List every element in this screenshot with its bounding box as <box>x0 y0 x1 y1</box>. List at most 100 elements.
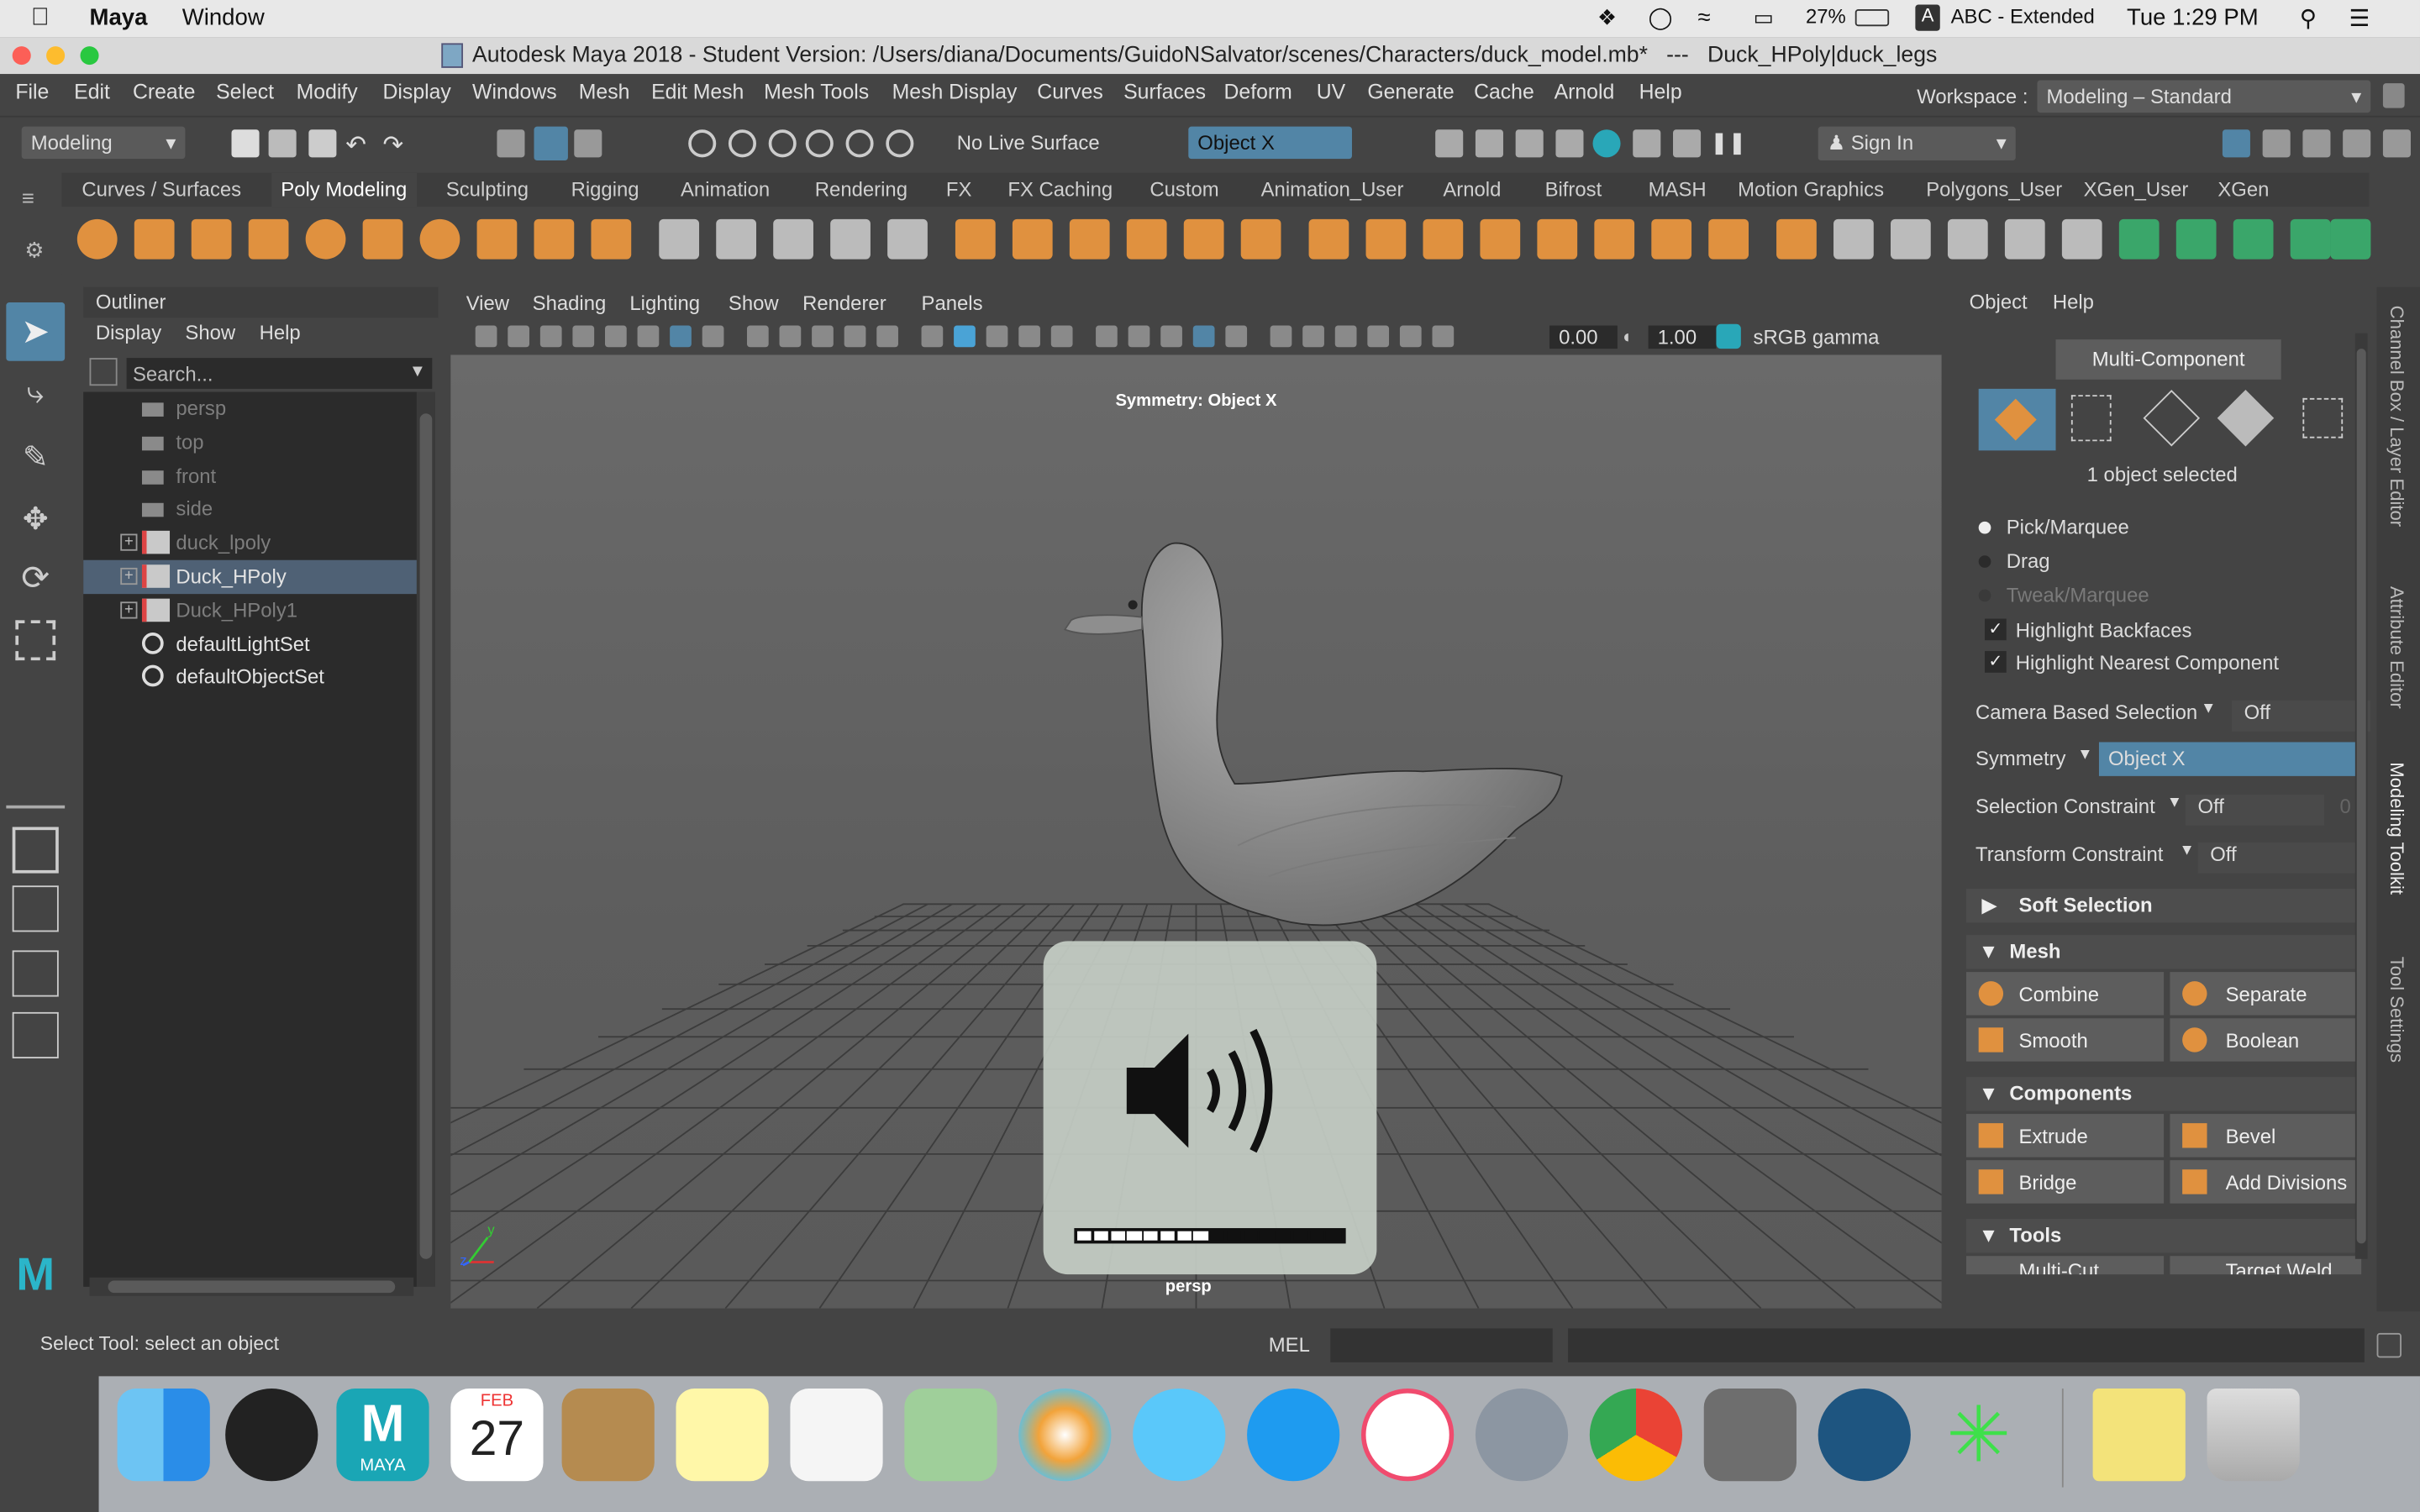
expand-icon[interactable]: + <box>120 533 138 552</box>
use-all-lights-icon[interactable] <box>1096 325 1118 348</box>
platonic-icon[interactable] <box>476 218 518 260</box>
launchpad-icon[interactable] <box>1475 1389 1569 1482</box>
textured-icon[interactable] <box>1050 325 1073 348</box>
film-gate-icon[interactable] <box>702 325 724 348</box>
shelf-tab-bifrost[interactable]: Bifrost <box>1545 177 1602 201</box>
trash-icon[interactable] <box>2207 1389 2300 1482</box>
input-source[interactable]: ABC - Extended <box>1951 5 2095 29</box>
creative-cloud-icon[interactable]: ◯ <box>1649 5 1673 31</box>
menu-display[interactable]: Display <box>383 81 451 104</box>
close-window-button[interactable] <box>12 46 31 66</box>
target-weld-button[interactable]: Target Weld <box>2170 1256 2362 1275</box>
sign-in-button[interactable]: ♟ Sign In ▾ <box>1818 126 2016 161</box>
menu-deform[interactable]: Deform <box>1224 81 1292 104</box>
reduce-icon[interactable] <box>1308 218 1349 260</box>
outliner-item-duck_hpoly1[interactable]: + Duck_HPoly1 <box>83 594 417 627</box>
arnold-render-icon[interactable] <box>1673 129 1702 158</box>
auto-icon[interactable] <box>2290 218 2331 260</box>
boolean-button[interactable]: Boolean <box>2170 1018 2368 1062</box>
photos-icon[interactable] <box>1018 1389 1112 1482</box>
outliner-item-defaultobjectset[interactable]: defaultObjectSet <box>83 661 417 695</box>
asterisk-app-icon[interactable]: ✳ <box>1933 1389 2025 1481</box>
object-mode-icon[interactable] <box>1978 388 2056 451</box>
append-icon[interactable] <box>1594 218 1635 260</box>
apple-icon[interactable]:  <box>31 5 50 33</box>
image-plane-icon[interactable] <box>572 325 595 348</box>
outliner-item-persp[interactable]: persp <box>83 392 417 426</box>
lock-icon[interactable] <box>2382 83 2405 108</box>
components-section[interactable]: ▼ Components <box>1965 1077 2362 1111</box>
airplay-icon[interactable]: ▭ <box>1754 5 1774 31</box>
toggle-layer-editor-icon[interactable] <box>2382 129 2411 158</box>
lasso-tool-icon[interactable]: ⤷ <box>13 376 59 423</box>
menu-uv[interactable]: UV <box>1317 81 1345 104</box>
toggle-attribute-editor-icon[interactable] <box>2262 129 2291 158</box>
shelf-tab-rendering[interactable]: Rendering <box>815 177 908 201</box>
tab-modeling-toolkit[interactable]: Modeling Toolkit <box>2386 762 2408 895</box>
undo-icon[interactable]: ↶ <box>345 129 373 159</box>
expand-icon[interactable]: + <box>120 567 138 585</box>
extract-icon[interactable] <box>1069 218 1110 260</box>
zoom-window-button[interactable] <box>80 46 99 66</box>
input-source-icon[interactable]: A <box>1915 4 1940 31</box>
selection-constraint-row[interactable]: Selection Constraint ▼ Off 0 <box>1966 794 2361 832</box>
2d-pan-icon[interactable] <box>604 325 627 348</box>
outliner-hscrollbar[interactable] <box>89 1277 414 1296</box>
xray-components-icon[interactable] <box>1399 325 1422 348</box>
menu-mesh-tools[interactable]: Mesh Tools <box>764 81 869 104</box>
shelf-settings-icon[interactable]: ⚙ <box>24 238 44 264</box>
outliner-item-duck_hpoly[interactable]: + Duck_HPoly <box>83 559 417 595</box>
svg-icon[interactable] <box>591 218 632 260</box>
default-material-icon[interactable] <box>986 325 1008 348</box>
menu-windows[interactable]: Windows <box>472 81 557 104</box>
symmetry-row[interactable]: Symmetry ▼ Object X <box>1966 742 2365 784</box>
menu-cache[interactable]: Cache <box>1474 81 1534 104</box>
outliner-item-front[interactable]: front <box>83 459 417 493</box>
contacts-icon[interactable] <box>561 1389 655 1482</box>
pause-icon[interactable]: ❚❚ <box>1710 129 1746 157</box>
mtk-scrollbar[interactable] <box>2354 333 2368 1259</box>
spotlight-icon[interactable]: ⚲ <box>2300 5 2317 33</box>
shelf-tab-animation[interactable]: Animation <box>681 177 770 201</box>
fill-hole-icon[interactable] <box>1537 218 1578 260</box>
snap-live-icon[interactable] <box>845 129 874 158</box>
tab-channel-box[interactable]: Channel Box / Layer Editor <box>2386 306 2408 527</box>
extrude-button[interactable]: Extrude <box>1965 1114 2165 1158</box>
edge-mode-icon[interactable] <box>2143 389 2201 447</box>
snowflake-icon[interactable] <box>887 218 928 260</box>
grease-pencil-icon[interactable] <box>637 325 660 348</box>
boolean-icon[interactable] <box>1183 218 1224 260</box>
center-pivot-icon[interactable] <box>773 218 813 260</box>
shelf-tab-animation-user[interactable]: Animation_User <box>1261 177 1404 201</box>
bookmark-icon[interactable] <box>539 325 562 348</box>
toggle-tool-settings-icon[interactable] <box>2302 129 2331 158</box>
redo-icon[interactable]: ↷ <box>383 129 411 159</box>
sourcetree-icon[interactable] <box>1818 1389 1911 1482</box>
uv-map-icon[interactable] <box>2118 218 2160 260</box>
shelf-tab-fx[interactable]: FX <box>946 177 972 201</box>
offset-loop-icon[interactable] <box>1776 218 1817 260</box>
outliner-item-duck_lpoly[interactable]: + duck_lpoly <box>83 527 417 560</box>
save-scene-icon[interactable] <box>308 129 337 158</box>
grid-icon[interactable] <box>670 325 692 348</box>
snap-view-plane-icon[interactable] <box>805 129 834 158</box>
depth-of-field-icon[interactable] <box>1270 325 1292 348</box>
multi-cut-button[interactable]: Multi-Cut <box>1965 1256 2165 1275</box>
filter-icon[interactable] <box>89 358 118 386</box>
crease-icon[interactable] <box>2004 218 2045 260</box>
paint-select-tool-icon[interactable]: ✎ <box>13 438 59 485</box>
exposure-field[interactable]: 0.00 <box>1549 325 1618 349</box>
maya-icon[interactable]: M MAYA <box>336 1389 429 1482</box>
menu-edit[interactable]: Edit <box>74 81 110 104</box>
camera-attributes-icon[interactable] <box>508 325 529 348</box>
clock[interactable]: Tue 1:29 PM <box>2127 5 2259 31</box>
viewport-menu-lighting[interactable]: Lighting <box>629 291 700 315</box>
move-tool-icon[interactable]: ✥ <box>13 500 59 546</box>
document-stack-icon[interactable] <box>2092 1389 2186 1482</box>
window-menu[interactable]: Window <box>182 5 265 31</box>
menu-create[interactable]: Create <box>133 81 195 104</box>
bridge-button[interactable]: Bridge <box>1965 1160 2165 1204</box>
outliner-vscrollbar[interactable] <box>416 391 435 1287</box>
menu-mesh[interactable]: Mesh <box>579 81 630 104</box>
shelf-tab-rigging[interactable]: Rigging <box>571 177 639 201</box>
